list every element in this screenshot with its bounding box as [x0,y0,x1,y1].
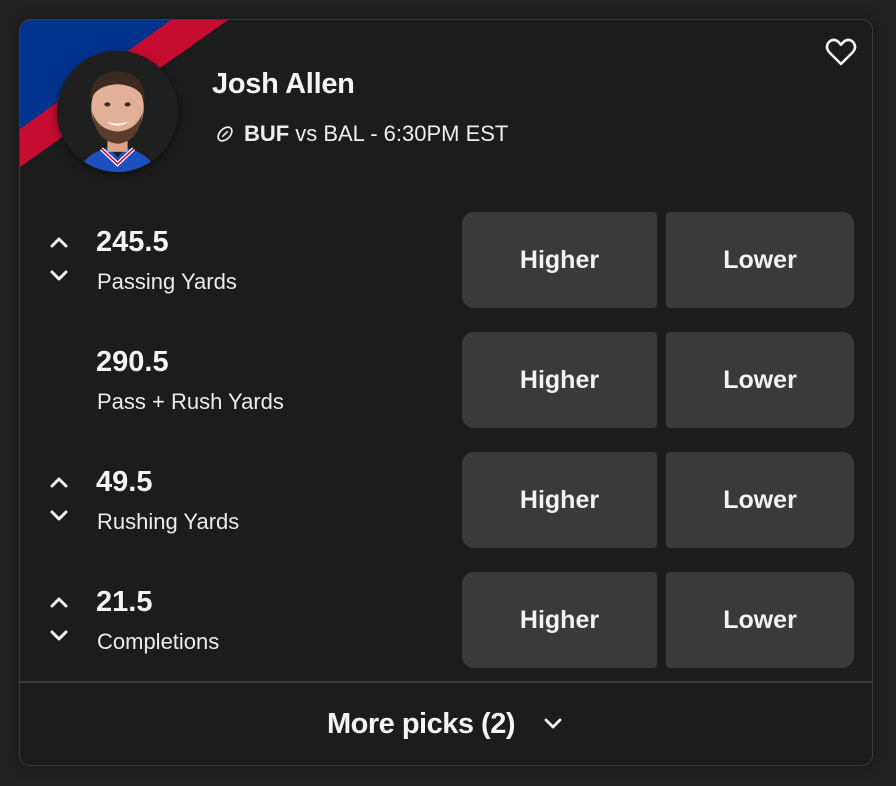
matchup-details: vs BAL - 6:30PM EST [295,121,509,146]
pick-line-value: 21.5 [96,586,153,618]
player-avatar [57,51,178,172]
pick-list: 245.5 Passing Yards Higher Lower 290.5 P… [20,212,872,692]
more-picks-label: More picks (2) [327,707,516,740]
pick-line-value: 290.5 [96,346,169,378]
pick-row: 290.5 Pass + Rush Yards Higher Lower [20,332,872,428]
player-photo [57,51,178,172]
lower-button[interactable]: Lower [666,452,854,548]
line-movement-arrows [47,592,71,648]
chevron-down-icon[interactable] [47,628,71,644]
game-matchup: BUF vs BAL - 6:30PM EST [215,121,508,147]
favorite-heart-icon[interactable] [824,36,858,68]
more-picks-button[interactable]: More picks (2) [20,683,872,765]
line-movement-arrows [47,472,71,528]
chevron-up-icon[interactable] [47,474,71,490]
pick-line-value: 49.5 [96,466,153,498]
lower-button[interactable]: Lower [666,212,854,308]
pick-stat-label: Pass + Rush Yards [97,389,284,414]
higher-button[interactable]: Higher [462,332,657,428]
team-abbreviation: BUF [244,121,290,146]
higher-button[interactable]: Higher [462,452,657,548]
higher-button[interactable]: Higher [462,212,657,308]
chevron-up-icon[interactable] [47,234,71,250]
pick-stat-label: Passing Yards [97,269,237,294]
pick-line-value: 245.5 [96,226,169,258]
chevron-down-icon [544,718,562,729]
pick-stat-label: Completions [97,629,220,654]
line-movement-arrows [47,232,71,288]
pick-stat-label: Rushing Yards [97,509,240,534]
player-name: Josh Allen [212,68,355,100]
chevron-up-icon[interactable] [47,594,71,610]
pick-row: 245.5 Passing Yards Higher Lower [20,212,872,308]
pick-row: 21.5 Completions Higher Lower [20,572,872,668]
player-pick-card: Josh Allen BUF vs BAL - 6:30PM EST 245.5… [19,19,873,766]
chevron-down-icon[interactable] [47,268,71,284]
higher-button[interactable]: Higher [462,572,657,668]
chevron-down-icon[interactable] [47,508,71,524]
lower-button[interactable]: Lower [666,572,854,668]
pick-row: 49.5 Rushing Yards Higher Lower [20,452,872,548]
football-icon [217,126,233,142]
lower-button[interactable]: Lower [666,332,854,428]
